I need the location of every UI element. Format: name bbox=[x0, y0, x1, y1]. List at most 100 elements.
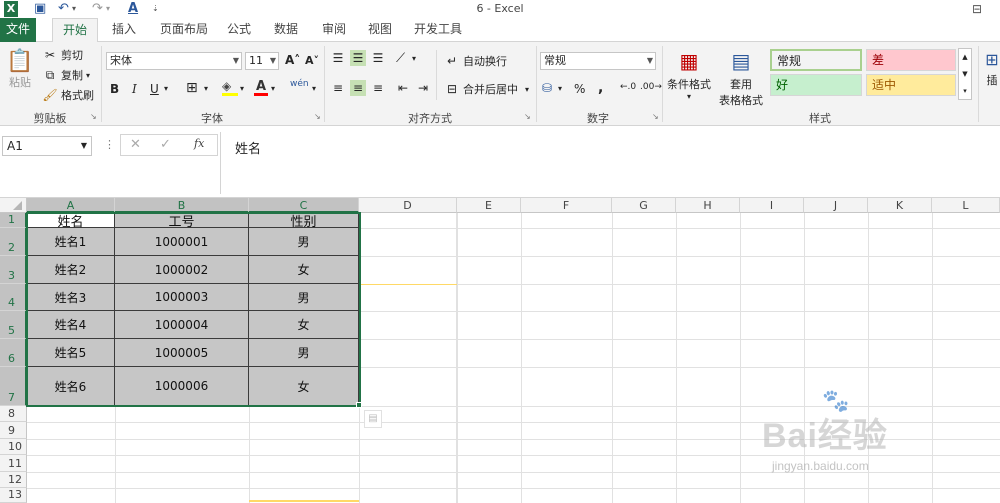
ribbon-display-options-icon[interactable]: ⊟ bbox=[972, 1, 982, 17]
increase-decimal-icon[interactable]: ←.0 bbox=[620, 82, 636, 92]
row-header-12[interactable]: 12 bbox=[0, 472, 27, 488]
style-normal[interactable]: 常规 bbox=[770, 49, 862, 71]
align-bottom-icon[interactable]: ☰ bbox=[370, 50, 386, 66]
worksheet-grid[interactable]: A B C D E F G H I J K L 1 2 3 4 5 6 7 8 … bbox=[0, 198, 1000, 503]
font-size-combo[interactable]: 11 ▼ bbox=[245, 52, 279, 70]
phonetic-button[interactable]: wén bbox=[290, 79, 309, 89]
cell-a5[interactable]: 姓名4 bbox=[27, 311, 115, 339]
increase-font-icon[interactable]: A˄ bbox=[285, 53, 300, 67]
name-box[interactable]: A1 ▼ bbox=[2, 136, 92, 156]
orientation-dropdown-icon[interactable]: ▾ bbox=[412, 54, 416, 63]
column-header-g[interactable]: G bbox=[612, 198, 676, 213]
cell-c1[interactable]: 性别 bbox=[249, 213, 359, 230]
tab-home[interactable]: 开始 bbox=[52, 18, 98, 43]
column-header-k[interactable]: K bbox=[868, 198, 932, 213]
quick-analysis-icon[interactable]: ▤ bbox=[364, 410, 382, 428]
underline-button[interactable]: U bbox=[150, 82, 159, 96]
cell-b6[interactable]: 1000005 bbox=[115, 339, 249, 367]
cell-a2[interactable]: 姓名1 bbox=[27, 228, 115, 256]
cell-a1[interactable]: 姓名 bbox=[27, 213, 115, 230]
increase-indent-icon[interactable]: ⇥ bbox=[418, 81, 428, 95]
enter-icon[interactable]: ✓ bbox=[160, 137, 171, 152]
row-header-2[interactable]: 2 bbox=[0, 228, 27, 256]
insert-cells-button[interactable]: ⊞ 插 bbox=[984, 48, 1000, 88]
align-right-icon[interactable]: ≡ bbox=[370, 80, 386, 96]
tab-developer[interactable]: 开发工具 bbox=[410, 18, 466, 42]
tab-file[interactable]: 文件 bbox=[0, 18, 36, 42]
column-header-e[interactable]: E bbox=[457, 198, 521, 213]
font-color-button[interactable]: A bbox=[254, 80, 268, 96]
row-header-11[interactable]: 11 bbox=[0, 455, 27, 472]
column-header-h[interactable]: H bbox=[676, 198, 740, 213]
decrease-font-icon[interactable]: A˅ bbox=[305, 54, 319, 67]
alignment-launcher-icon[interactable]: ↘ bbox=[524, 112, 531, 121]
tab-insert[interactable]: 插入 bbox=[104, 18, 144, 42]
paste-button[interactable]: 📋 粘贴 bbox=[6, 50, 34, 90]
copy-dropdown-icon[interactable]: ▾ bbox=[86, 71, 90, 80]
cell-b2[interactable]: 1000001 bbox=[115, 228, 249, 256]
font-color-dropdown-icon[interactable]: ▾ bbox=[271, 84, 275, 93]
cell-c3[interactable]: 女 bbox=[249, 256, 359, 284]
tab-page-layout[interactable]: 页面布局 bbox=[154, 18, 214, 42]
row-header-1[interactable]: 1 bbox=[0, 213, 27, 228]
column-header-l[interactable]: L bbox=[932, 198, 1000, 213]
copy-button[interactable]: ⧉ 复制 ▾ bbox=[42, 67, 90, 83]
formula-input[interactable]: 姓名 bbox=[220, 132, 1000, 194]
formula-bar-options-icon[interactable]: ⋮ bbox=[104, 138, 115, 151]
align-top-icon[interactable]: ☰ bbox=[330, 50, 346, 66]
number-format-combo[interactable]: 常规 ▼ bbox=[540, 52, 656, 70]
cell-a4[interactable]: 姓名3 bbox=[27, 284, 115, 311]
column-header-f[interactable]: F bbox=[521, 198, 612, 213]
row-header-10[interactable]: 10 bbox=[0, 439, 27, 455]
wrap-text-button[interactable]: ↵ 自动换行 bbox=[444, 53, 507, 69]
row-header-3[interactable]: 3 bbox=[0, 256, 27, 284]
cell-c4[interactable]: 男 bbox=[249, 284, 359, 311]
styles-gallery-scroll[interactable]: ▲ ▼ ▾ bbox=[958, 48, 972, 100]
cell-b3[interactable]: 1000002 bbox=[115, 256, 249, 284]
fill-color-button[interactable]: ◈ bbox=[222, 80, 238, 96]
cell-c5[interactable]: 女 bbox=[249, 311, 359, 339]
underline-dropdown-icon[interactable]: ▾ bbox=[164, 84, 168, 93]
insert-function-button[interactable]: fx bbox=[194, 137, 204, 150]
row-header-13[interactable]: 13 bbox=[0, 488, 27, 503]
column-header-j[interactable]: J bbox=[804, 198, 868, 213]
border-icon[interactable]: ⊞ bbox=[186, 80, 198, 96]
style-neutral[interactable]: 适中 bbox=[866, 74, 956, 96]
conditional-format-button[interactable]: ▦ 条件格式 ▾ bbox=[666, 46, 712, 101]
style-bad[interactable]: 差 bbox=[866, 49, 956, 71]
column-header-d[interactable]: D bbox=[359, 198, 457, 213]
row-header-7[interactable]: 7 bbox=[0, 367, 27, 406]
cancel-icon[interactable]: ✕ bbox=[130, 137, 141, 152]
border-dropdown-icon[interactable]: ▾ bbox=[204, 84, 208, 93]
tab-formulas[interactable]: 公式 bbox=[222, 18, 256, 42]
cell-c2[interactable]: 男 bbox=[249, 228, 359, 256]
font-name-combo[interactable]: 宋体 ▼ bbox=[106, 52, 242, 70]
phonetic-dropdown-icon[interactable]: ▾ bbox=[312, 84, 316, 93]
bold-button[interactable]: B bbox=[110, 82, 119, 96]
merge-dropdown-icon[interactable]: ▾ bbox=[525, 85, 529, 94]
select-all-corner[interactable] bbox=[0, 198, 27, 213]
tab-view[interactable]: 视图 bbox=[362, 18, 398, 42]
tab-review[interactable]: 审阅 bbox=[316, 18, 352, 42]
font-launcher-icon[interactable]: ↘ bbox=[314, 112, 321, 121]
merge-center-button[interactable]: ⊟ 合并后居中 ▾ bbox=[444, 81, 529, 97]
fill-handle[interactable] bbox=[356, 402, 362, 408]
row-header-5[interactable]: 5 bbox=[0, 311, 27, 339]
align-middle-icon[interactable]: ☰ bbox=[350, 50, 366, 66]
cell-b4[interactable]: 1000003 bbox=[115, 284, 249, 311]
row-header-9[interactable]: 9 bbox=[0, 422, 27, 439]
cell-b1[interactable]: 工号 bbox=[115, 213, 249, 230]
format-painter-button[interactable]: 🖌 格式刷 bbox=[42, 87, 94, 103]
row-header-4[interactable]: 4 bbox=[0, 284, 27, 311]
number-launcher-icon[interactable]: ↘ bbox=[652, 112, 659, 121]
style-good[interactable]: 好 bbox=[770, 74, 862, 96]
accounting-format-icon[interactable]: ⛁ bbox=[542, 81, 552, 95]
align-left-icon[interactable]: ≡ bbox=[330, 80, 346, 96]
cut-button[interactable]: ✂ 剪切 bbox=[42, 47, 83, 63]
accounting-dropdown-icon[interactable]: ▾ bbox=[558, 84, 562, 93]
cell-a7[interactable]: 姓名6 bbox=[27, 367, 115, 406]
fill-dropdown-icon[interactable]: ▾ bbox=[240, 84, 244, 93]
format-as-table-button[interactable]: ▤ 套用 表格格式 bbox=[714, 46, 768, 108]
cell-c6[interactable]: 男 bbox=[249, 339, 359, 367]
row-header-8[interactable]: 8 bbox=[0, 406, 27, 422]
